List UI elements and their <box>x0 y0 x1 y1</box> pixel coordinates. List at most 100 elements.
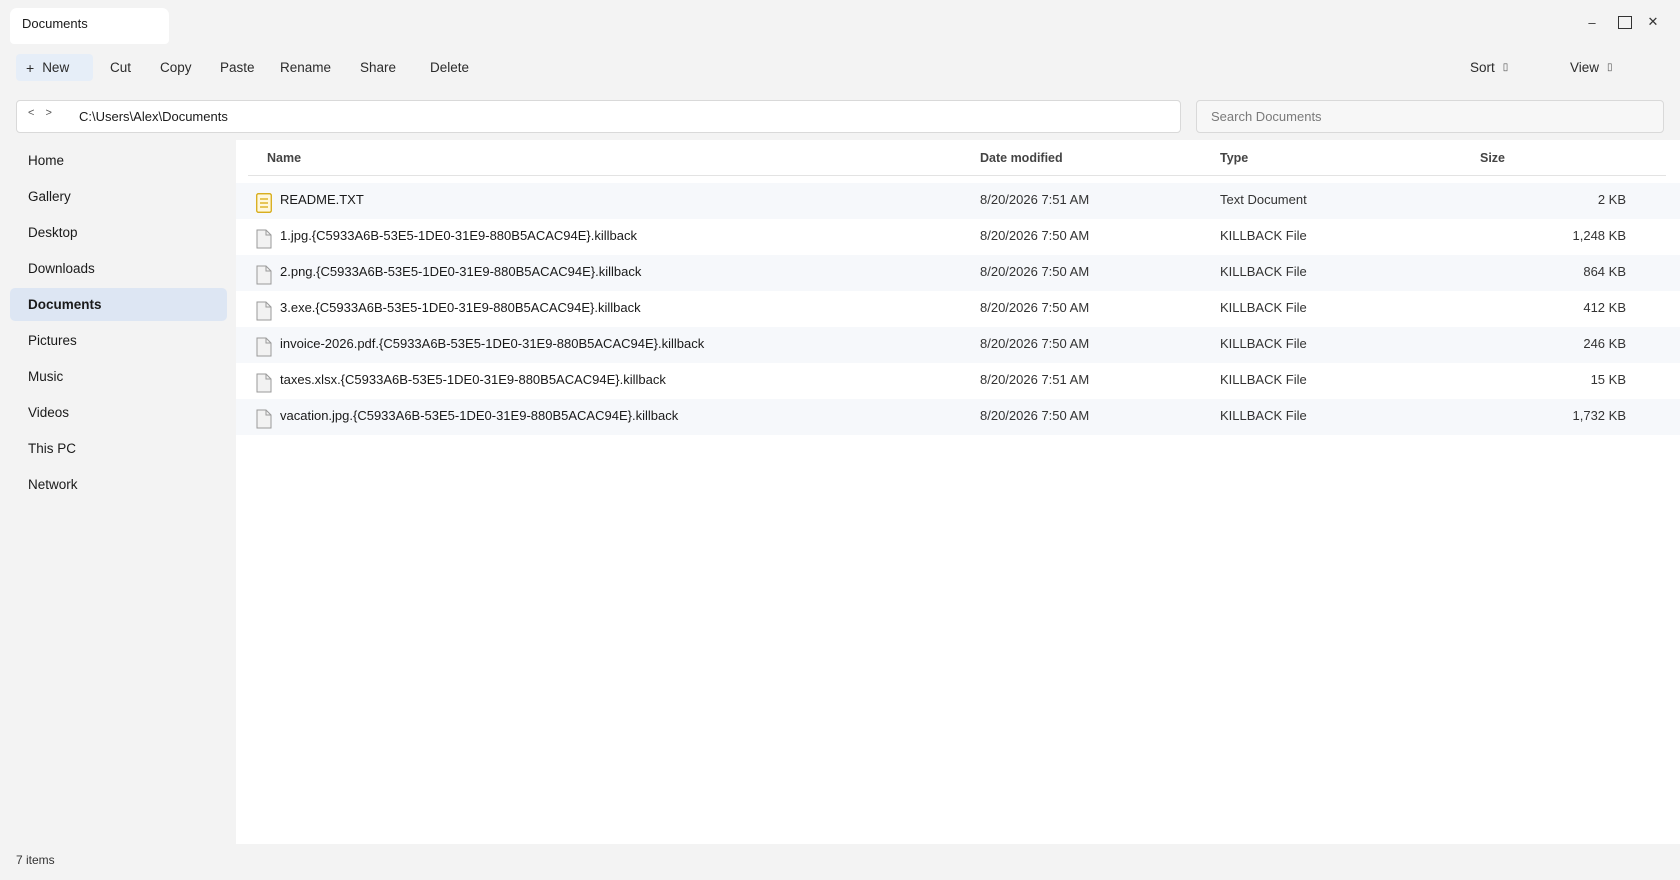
sidebar-item-desktop[interactable]: Desktop <box>10 216 227 249</box>
cut-label: Cut <box>110 60 132 75</box>
close-icon: ✕ <box>1647 14 1659 29</box>
sort-button[interactable]: Sort ▯ <box>1460 54 1518 81</box>
share-button[interactable]: Share <box>350 54 406 81</box>
copy-button[interactable]: Copy <box>150 54 202 81</box>
view-label: View <box>1570 60 1600 75</box>
sidebar-item-label: Downloads <box>28 261 95 276</box>
chevron-down-icon: ▯ <box>1502 62 1509 73</box>
file-name: invoice-2026.pdf.{C5933A6B-53E5-1DE0-31E… <box>280 336 705 351</box>
sidebar-item-label: Home <box>28 153 65 168</box>
delete-label: Delete <box>430 60 470 75</box>
file-name: taxes.xlsx.{C5933A6B-53E5-1DE0-31E9-880B… <box>280 372 666 387</box>
sidebar-item-label: Videos <box>28 405 70 420</box>
table-row[interactable]: 3.exe.{C5933A6B-53E5-1DE0-31E9-880B5ACAC… <box>236 291 1680 327</box>
sidebar-item-label: Desktop <box>28 225 78 240</box>
file-type: KILLBACK File <box>1220 264 1307 279</box>
sidebar-item-label: This PC <box>28 441 77 456</box>
maximize-button[interactable] <box>1610 8 1640 36</box>
file-icon <box>256 409 272 429</box>
column-header-size[interactable]: Size <box>1480 151 1505 165</box>
file-size: 1,732 KB <box>1572 408 1627 423</box>
sidebar-item-documents[interactable]: Documents <box>10 288 227 321</box>
file-name: 3.exe.{C5933A6B-53E5-1DE0-31E9-880B5ACAC… <box>280 300 641 315</box>
sidebar-item-this-pc[interactable]: This PC <box>10 432 227 465</box>
text-file-icon <box>256 193 272 213</box>
file-date: 8/20/2026 7:50 AM <box>980 228 1090 243</box>
sidebar-item-home[interactable]: Home <box>10 144 227 177</box>
file-type: KILLBACK File <box>1220 336 1307 351</box>
file-size: 2 KB <box>1597 192 1626 207</box>
maximize-icon <box>1618 15 1632 29</box>
table-row[interactable]: README.TXT 8/20/2026 7:51 AM Text Docume… <box>236 183 1680 219</box>
column-header-date[interactable]: Date modified <box>980 151 1063 165</box>
status-bar: 7 items <box>16 853 55 867</box>
sidebar-item-gallery[interactable]: Gallery <box>10 180 227 213</box>
command-toolbar: + New Cut Copy Paste Rename Share Delete… <box>0 52 1680 82</box>
file-icon <box>256 229 272 249</box>
sidebar-item-label: Pictures <box>28 333 77 348</box>
sidebar-item-label: Music <box>28 369 64 384</box>
sort-label: Sort <box>1470 60 1495 75</box>
window-tab[interactable]: Documents <box>10 8 169 44</box>
file-date: 8/20/2026 7:50 AM <box>980 300 1090 315</box>
file-icon <box>256 373 272 393</box>
file-name: 1.jpg.{C5933A6B-53E5-1DE0-31E9-880B5ACAC… <box>280 228 637 243</box>
paste-button[interactable]: Paste <box>210 54 265 81</box>
table-row[interactable]: invoice-2026.pdf.{C5933A6B-53E5-1DE0-31E… <box>236 327 1680 363</box>
tab-title: Documents <box>22 16 88 31</box>
table-row[interactable]: taxes.xlsx.{C5933A6B-53E5-1DE0-31E9-880B… <box>236 363 1680 399</box>
paste-label: Paste <box>220 60 255 75</box>
table-row[interactable]: 2.png.{C5933A6B-53E5-1DE0-31E9-880B5ACAC… <box>236 255 1680 291</box>
minimize-button[interactable]: – <box>1577 8 1607 36</box>
file-size: 864 KB <box>1583 264 1626 279</box>
file-date: 8/20/2026 7:51 AM <box>980 372 1090 387</box>
file-icon <box>256 301 272 321</box>
back-forward-icons[interactable]: < > <box>28 107 56 119</box>
address-bar[interactable]: < > C:\Users\Alex\Documents <box>16 100 1181 133</box>
file-type: KILLBACK File <box>1220 228 1307 243</box>
column-header-type[interactable]: Type <box>1220 151 1248 165</box>
search-input[interactable] <box>1196 100 1664 133</box>
file-date: 8/20/2026 7:51 AM <box>980 192 1090 207</box>
table-row[interactable]: vacation.jpg.{C5933A6B-53E5-1DE0-31E9-88… <box>236 399 1680 435</box>
file-name: 2.png.{C5933A6B-53E5-1DE0-31E9-880B5ACAC… <box>280 264 642 279</box>
file-type: KILLBACK File <box>1220 300 1307 315</box>
title-bar: Documents – ✕ <box>0 0 1680 48</box>
sidebar-item-downloads[interactable]: Downloads <box>10 252 227 285</box>
file-type: Text Document <box>1220 192 1307 207</box>
plus-icon: + <box>26 59 35 76</box>
sidebar-item-label: Network <box>28 477 78 492</box>
file-icon <box>256 265 272 285</box>
sidebar-item-pictures[interactable]: Pictures <box>10 324 227 357</box>
new-button[interactable]: + New <box>16 54 93 81</box>
sidebar-item-music[interactable]: Music <box>10 360 227 393</box>
navigation-sidebar: Home Gallery Desktop Downloads Documents… <box>0 140 236 840</box>
delete-button[interactable]: Delete <box>420 54 479 81</box>
minimize-icon: – <box>1588 14 1596 30</box>
file-type: KILLBACK File <box>1220 372 1307 387</box>
view-button[interactable]: View ▯ <box>1560 54 1623 81</box>
rename-label: Rename <box>280 60 332 75</box>
file-size: 246 KB <box>1583 336 1626 351</box>
file-icon <box>256 337 272 357</box>
new-button-label: New <box>42 60 70 75</box>
column-header-name[interactable]: Name <box>267 151 301 165</box>
table-row[interactable]: 1.jpg.{C5933A6B-53E5-1DE0-31E9-880B5ACAC… <box>236 219 1680 255</box>
column-header-row: Name Date modified Type Size <box>248 140 1666 176</box>
file-date: 8/20/2026 7:50 AM <box>980 408 1090 423</box>
sidebar-item-label: Gallery <box>28 189 71 204</box>
file-list: Name Date modified Type Size README.TXT … <box>236 140 1680 844</box>
sidebar-item-network[interactable]: Network <box>10 468 227 501</box>
sidebar-item-videos[interactable]: Videos <box>10 396 227 429</box>
file-name: README.TXT <box>280 192 364 207</box>
address-path[interactable]: C:\Users\Alex\Documents <box>79 109 228 124</box>
share-label: Share <box>360 60 397 75</box>
rename-button[interactable]: Rename <box>270 54 341 81</box>
close-button[interactable]: ✕ <box>1638 8 1668 36</box>
cut-button[interactable]: Cut <box>100 54 141 81</box>
file-size: 412 KB <box>1583 300 1626 315</box>
file-size: 15 KB <box>1590 372 1626 387</box>
file-date: 8/20/2026 7:50 AM <box>980 336 1090 351</box>
file-name: vacation.jpg.{C5933A6B-53E5-1DE0-31E9-88… <box>280 408 679 423</box>
copy-label: Copy <box>160 60 192 75</box>
